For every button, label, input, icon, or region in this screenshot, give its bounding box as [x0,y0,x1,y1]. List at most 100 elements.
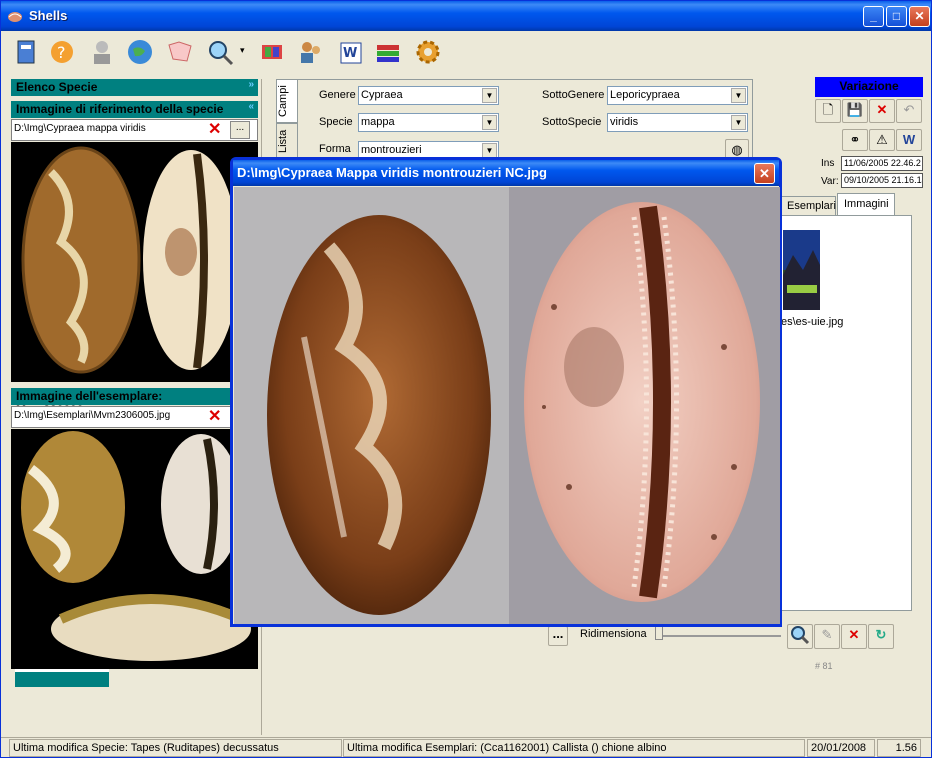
globe-icon[interactable] [125,37,155,67]
title-bar: Shells _ □ ✕ [1,1,931,31]
resize-slider-thumb[interactable] [655,626,663,640]
subspecies-select[interactable]: viridis ▼ [607,113,748,132]
tab-images[interactable]: Immagini [837,193,895,215]
tab-fields-label: Campi [277,85,289,117]
record-counter: # 81 [815,661,833,671]
person-icon[interactable] [87,37,117,67]
dropdown-arrow-icon[interactable]: ▼ [482,143,497,158]
reference-image-path: D:\Img\Cypraea mappa viridis [14,123,146,134]
status-date: 20/01/2008 [807,739,875,757]
subgenus-select[interactable]: Leporicypraea ▼ [607,86,748,105]
reference-image-label: Immagine di riferimento della specie [16,102,224,116]
image-thumbnail[interactable] [783,230,820,310]
subgenus-label: SottoGenere [542,89,605,101]
status-bar: Ultima modifica Specie: Tapes (Ruditapes… [1,737,931,757]
search-icon[interactable] [205,37,235,67]
tab-images-label: Immagini [844,198,889,210]
chevron-down-icon[interactable]: » [248,79,254,90]
subspecies-value: viridis [610,116,639,128]
browse-image-label: ... [552,626,564,641]
delete-reference-image-icon[interactable]: ✕ [208,122,221,138]
popup-close-button[interactable]: ✕ [754,163,775,184]
specimen-image-path: D:\Img\Esemplari\Mvm2306005.jpg [14,410,171,421]
reference-image-header[interactable]: Immagine di riferimento della specie « [11,101,258,118]
tab-specimens-label: Esemplari [787,200,836,212]
book-icon[interactable] [11,37,41,67]
help-icon[interactable]: ? [47,37,77,67]
remove-image-button[interactable]: ✕ [841,624,867,649]
tab-list-label: Lista [277,129,289,153]
window-title: Shells [29,8,68,23]
var-date-value: 09/10/2005 21.16.14 [841,173,923,188]
zoom-button[interactable] [787,624,813,649]
dropdown-arrow-icon[interactable]: ▼ [731,115,746,130]
subspecies-label: SottoSpecie [542,116,602,128]
specimen-path-row: D:\Img\Esemplari\Mvm2306005.jpg ✕ [11,406,231,428]
word-icon[interactable]: W [335,37,365,67]
ins-date-value: 11/06/2005 22.46.2 [841,156,923,171]
reference-path-row: D:\Img\Cypraea mappa viridis ✕ ... [11,119,258,141]
resize-slider-track[interactable] [657,635,781,637]
minimize-button[interactable]: _ [863,6,884,27]
form-value: montrouzieri [361,144,422,156]
refresh-image-button[interactable]: ↻ [868,624,894,649]
save-button[interactable]: 💾 [842,99,868,123]
users-icon[interactable] [295,37,325,67]
map-icon[interactable] [165,37,195,67]
variation-header: Variazione [815,77,923,97]
svg-text:W: W [343,46,357,61]
species-label: Specie [319,116,353,128]
svg-text:?: ? [57,43,66,62]
dropdown-arrow-icon[interactable]: ▼ [482,115,497,130]
tab-specimens[interactable]: Esemplari [781,196,836,215]
specimen-image-header: Immagine dell'esemplare: Mvm230600 [11,388,231,417]
chevron-up-icon[interactable]: « [248,101,254,112]
undo-button[interactable]: ↶ [896,99,922,123]
close-button[interactable]: ✕ [909,6,930,27]
status-version: 1.56 [877,739,921,757]
dropdown-arrow-icon[interactable]: ▼ [731,88,746,103]
var-label: Var: [821,176,839,187]
new-record-button[interactable]: 🗋 [815,99,841,123]
books-icon[interactable] [373,37,403,67]
gear-icon[interactable] [413,37,443,67]
specimen-shell-image [11,429,258,669]
tab-fields[interactable]: Campi [276,79,298,123]
edit-image-button[interactable]: ✎ [814,624,840,649]
popup-title-bar: D:\Img\Cypraea Mappa viridis montrouzier… [233,160,779,186]
subgenus-value: Leporicypraea [610,89,680,101]
globe-lookup-button[interactable]: ◍ [725,139,749,159]
species-select[interactable]: mappa ▼ [358,113,499,132]
genus-select[interactable]: Cypraea ▼ [358,86,499,105]
atlas-icon[interactable] [257,37,287,67]
resize-label: Ridimensiona [580,628,647,640]
shell-app-icon [8,12,22,22]
toolbar: ? ▾ W [1,31,931,73]
thumbnail-caption: es\es-uie.jpg [781,316,844,328]
variation-label: Variazione [839,79,899,93]
genus-value: Cypraea [361,89,403,101]
browse-reference-button[interactable]: ... [230,121,250,139]
species-list-label: Elenco Specie [16,80,98,94]
species-value: mappa [361,116,395,128]
delete-button[interactable]: ✕ [869,99,895,123]
popup-shell-image [234,187,780,624]
maximize-button[interactable]: □ [886,6,907,27]
genus-label: Genere [319,89,356,101]
dropdown-arrow-icon[interactable]: ▼ [482,88,497,103]
status-specimen-modified: Ultima modifica Esemplari: (Cca1162001) … [343,739,805,757]
link-button[interactable]: ⚭ [842,129,868,151]
ins-label: Ins [821,158,835,169]
image-viewer-popup: D:\Img\Cypraea Mappa viridis montrouzier… [230,157,782,627]
popup-title: D:\Img\Cypraea Mappa viridis montrouzier… [237,165,547,180]
reference-shell-image [11,142,258,382]
species-list-header[interactable]: Elenco Specie » [11,79,258,96]
dropdown-arrow-icon[interactable]: ▾ [240,45,245,56]
tab-list[interactable]: Lista [276,123,298,159]
delete-specimen-image-icon[interactable]: ✕ [208,409,221,425]
browse-image-button[interactable]: ... [548,626,568,646]
form-label: Forma [319,143,351,155]
word-export-button[interactable]: W [896,129,922,151]
warning-card-button[interactable]: ⚠ [869,129,895,151]
status-species-modified: Ultima modifica Specie: Tapes (Ruditapes… [9,739,342,757]
